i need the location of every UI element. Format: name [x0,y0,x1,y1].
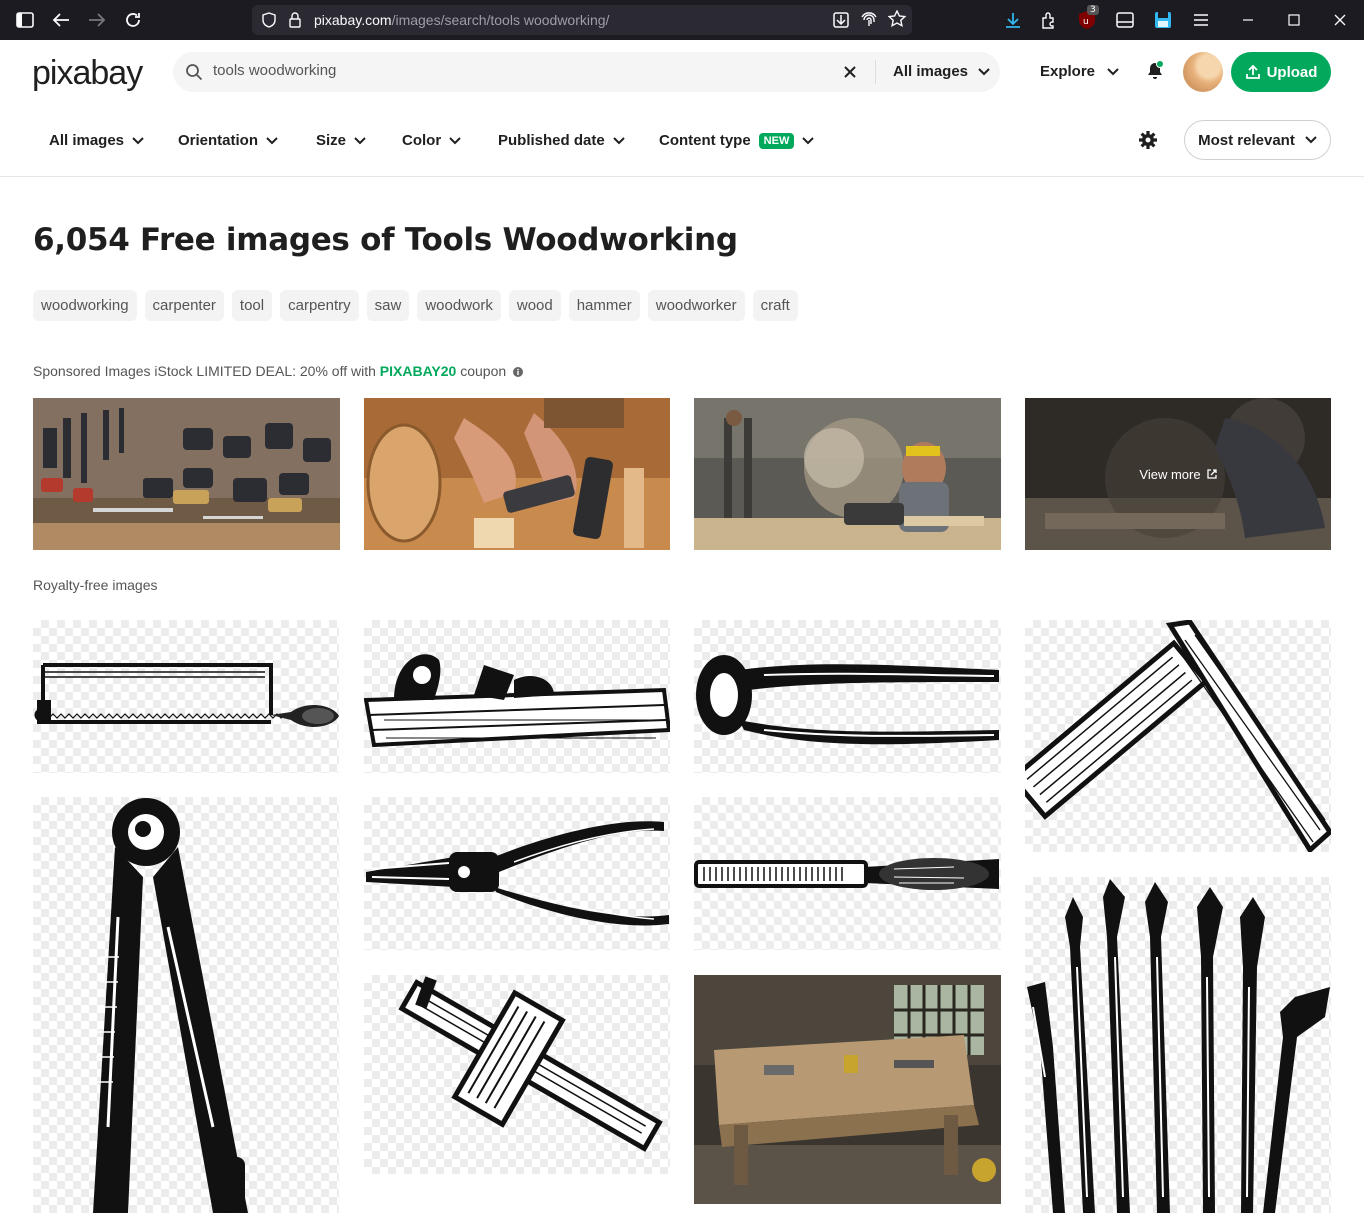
upload-button[interactable]: Upload [1231,52,1331,92]
clear-search-icon[interactable] [841,63,859,85]
filter-color[interactable]: Color [402,132,461,149]
filter-bar: All images Orientation Size Color Publis… [0,104,1364,177]
filter-size[interactable]: Size [316,132,366,149]
forward-icon[interactable] [85,8,109,32]
chevron-down-icon [354,136,366,144]
svg-text:u: u [1083,17,1089,27]
image-tile-workbench[interactable] [694,975,1001,1204]
upload-icon [1245,64,1260,79]
view-more-link[interactable]: View more [1025,398,1331,550]
external-link-icon [1206,469,1217,479]
info-icon [513,367,524,377]
lock-icon[interactable] [288,12,302,32]
search-icon [185,63,203,85]
sponsored-image[interactable] [364,398,670,550]
url-text: pixabay.com/images/search/tools woodwork… [314,12,610,28]
menu-icon[interactable] [1189,8,1213,32]
chevron-down-icon [1305,136,1317,144]
image-tile-hacksaw[interactable] [33,620,339,773]
tag-chip[interactable]: craft [752,290,798,321]
search-type-dropdown[interactable]: All images [893,63,990,80]
settings-gear-icon[interactable] [1138,130,1158,154]
ublock-icon[interactable]: u 3 [1075,5,1099,32]
tag-chip[interactable]: saw [366,290,410,321]
address-bar[interactable]: pixabay.com/images/search/tools woodwork… [252,5,912,35]
filter-orientation[interactable]: Orientation [178,132,278,149]
tag-chip[interactable]: carpentry [280,290,359,321]
image-tile-chisel[interactable] [694,797,1001,950]
filter-published-date[interactable]: Published date [498,132,625,149]
chevron-down-icon [449,136,461,144]
extension-badge: 3 [1087,5,1099,15]
tag-chip[interactable]: hammer [568,290,640,321]
avatar[interactable] [1183,52,1223,92]
search-bar: All images [173,52,1000,92]
pixabay-logo[interactable]: pixabay [32,54,143,93]
image-tile-drill-bits[interactable] [1025,877,1331,1213]
extensions-icon[interactable] [1037,8,1061,32]
shield-icon[interactable] [262,12,276,32]
chevron-down-icon [132,136,144,144]
filter-content-type[interactable]: Content type NEW [659,132,815,149]
section-label: Royalty-free images [33,577,158,593]
search-input[interactable] [213,62,813,79]
reload-icon[interactable] [121,8,145,32]
sponsored-image[interactable] [694,398,1001,550]
new-badge: NEW [758,132,795,149]
sponsored-image[interactable] [33,398,340,550]
minimize-icon[interactable] [1236,8,1260,32]
sidebar-toggle-icon[interactable] [13,8,37,32]
maximize-icon[interactable] [1282,8,1306,32]
chevron-down-icon [612,136,625,144]
notifications-bell-icon[interactable] [1144,60,1166,86]
tag-chip[interactable]: woodworking [33,290,137,321]
fingerprint-icon[interactable] [860,11,878,33]
coupon-code[interactable]: PIXABAY20 [380,363,457,379]
tag-chip[interactable]: carpenter [144,290,224,321]
filter-all-images[interactable]: All images [49,132,144,149]
related-tags: woodworking carpenter tool carpentry saw… [33,290,798,321]
downloads-icon[interactable] [1001,8,1025,32]
sponsored-notice: Sponsored Images iStock LIMITED DEAL: 20… [33,363,524,379]
chevron-down-icon [802,136,815,144]
explore-menu[interactable]: Explore [1040,63,1119,80]
save-page-icon[interactable] [832,11,850,33]
sort-dropdown[interactable]: Most relevant [1184,120,1331,160]
tag-chip[interactable]: woodworker [647,290,745,321]
image-tile-marking-gauge[interactable] [364,975,670,1174]
image-tile-hand-plane[interactable] [364,620,670,773]
image-tile-divider-compass[interactable] [33,797,339,1213]
chevron-down-icon [1107,68,1119,76]
search-divider [875,60,876,84]
close-window-icon[interactable] [1328,8,1352,32]
page-title: 6,054 Free images of Tools Woodworking [33,222,738,258]
site-header: pixabay All images Explore Upload [0,40,1364,104]
browser-toolbar: pixabay.com/images/search/tools woodwork… [0,0,1364,40]
save-extension-icon[interactable] [1151,8,1175,32]
sponsored-image-view-more[interactable]: View more [1025,398,1331,550]
reader-view-icon[interactable] [1113,8,1137,32]
image-tile-pliers[interactable] [364,797,670,950]
tag-chip[interactable]: tool [231,290,273,321]
back-icon[interactable] [49,8,73,32]
tag-chip[interactable]: woodwork [417,290,501,321]
image-tile-try-square[interactable] [1025,620,1331,852]
bookmark-star-icon[interactable] [887,9,907,32]
image-tile-pincers[interactable] [694,620,1001,773]
chevron-down-icon [266,136,278,144]
chevron-down-icon [978,68,990,76]
tag-chip[interactable]: wood [508,290,561,321]
